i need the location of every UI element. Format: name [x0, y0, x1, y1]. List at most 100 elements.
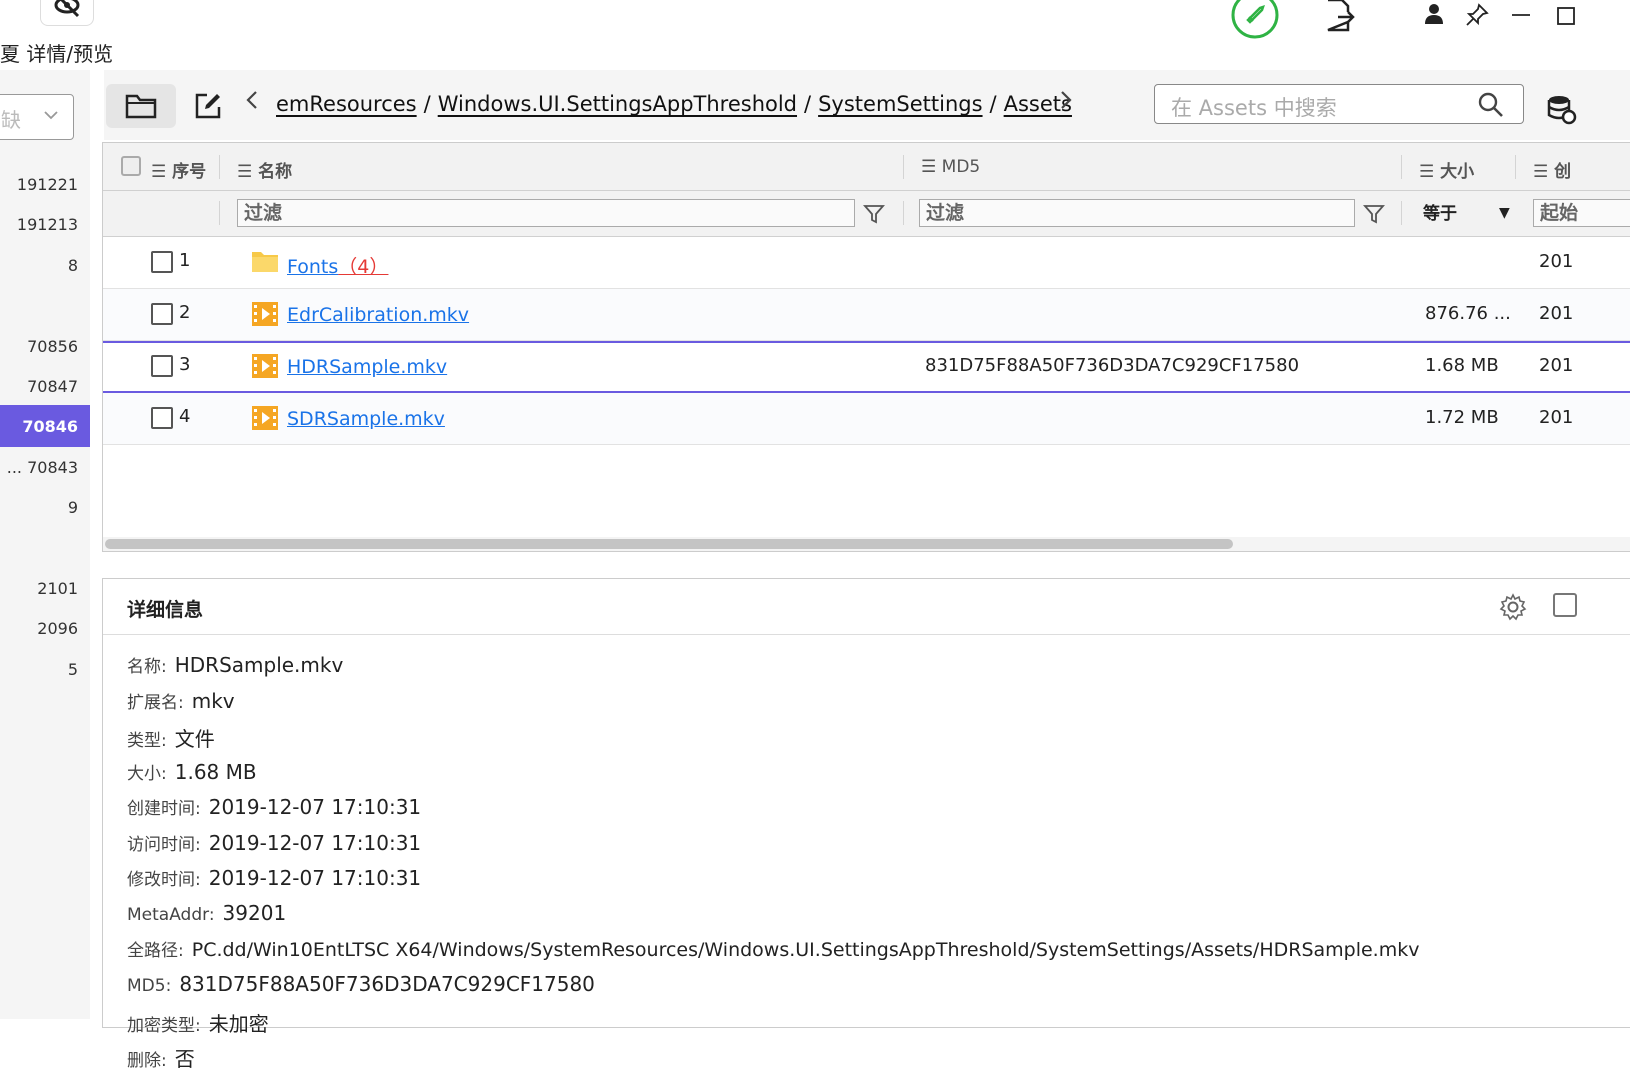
detail-property: 修改时间: 2019-12-07 17:10:31 [127, 866, 422, 890]
dropdown-arrow-icon[interactable]: ▼ [1499, 205, 1510, 221]
search-input[interactable]: 在 Assets 中搜索 [1154, 84, 1524, 124]
breadcrumb-item[interactable]: SystemSettings [818, 92, 982, 116]
left-list-pane: 缺 191221 191213 8 70856 70847 70846 ... … [0, 70, 90, 1019]
list-item[interactable]: 2096 [37, 619, 78, 638]
created-date: 201 [1539, 303, 1574, 324]
scrollbar-thumb[interactable] [105, 539, 1233, 549]
detail-property: 加密类型: 未加密 [127, 1012, 269, 1036]
created-date: 201 [1539, 251, 1574, 272]
file-name-link[interactable]: EdrCalibration.mkv [287, 304, 469, 326]
detail-property: 全路径: PC.dd/Win10EntLTSC X64/Windows/Syste… [127, 939, 1420, 961]
list-item[interactable]: 2101 [37, 579, 78, 598]
file-name-link[interactable]: SDRSample.mkv [287, 408, 445, 430]
edit-icon [195, 93, 221, 119]
list-item[interactable]: 70847 [27, 377, 78, 396]
list-item-selected[interactable]: 70846 [22, 417, 78, 436]
status-indicator[interactable] [1230, 0, 1280, 40]
list-item[interactable]: 70856 [27, 337, 78, 356]
minimize-icon [1512, 14, 1530, 16]
maximize-icon [1557, 7, 1575, 25]
date-filter-input[interactable]: 起始 [1533, 199, 1630, 227]
detail-property: 类型: 文件 [127, 727, 215, 751]
folder-icon [125, 94, 157, 119]
folder-view-button[interactable] [106, 84, 176, 128]
grid-header: ☰ 序号 ☰ 名称 ☰ MD5 ☰ 大小 ☰ 创 [103, 143, 1630, 191]
select-all-checkbox[interactable] [121, 156, 141, 176]
filter-icon[interactable] [863, 203, 885, 229]
column-header-index[interactable]: ☰ 序号 [151, 157, 206, 182]
name-filter-input[interactable]: 过滤 [237, 199, 855, 227]
table-row-selected[interactable]: 3 HDRSample.mkv 831D75F88A50F736D3DA7C92… [103, 341, 1630, 393]
list-icon: ☰ [1533, 162, 1555, 182]
panel-toggle-icon[interactable] [1553, 593, 1577, 617]
column-divider[interactable] [1515, 155, 1516, 179]
filter-icon[interactable] [1363, 203, 1385, 229]
details-panel: 详细信息 名称: HDRSample.mkv 扩展名: mkv 类型: 文件 大小: 1… [102, 578, 1630, 1071]
column-header-name[interactable]: ☰ 名称 [237, 157, 292, 182]
file-name-link[interactable]: Fonts（4） [287, 252, 388, 279]
file-grid: ☰ 序号 ☰ 名称 ☰ MD5 ☰ 大小 ☰ 创 过滤 过滤 等于 ▼ 起始 1… [102, 142, 1630, 552]
column-divider [903, 201, 904, 225]
eye-off-icon [54, 0, 80, 18]
file-export-icon [1327, 0, 1355, 32]
detail-property: 扩展名: mkv [127, 689, 235, 713]
file-name-link[interactable]: HDRSample.mkv [287, 356, 447, 378]
list-item[interactable]: 8 [68, 256, 78, 275]
table-row[interactable]: 4 SDRSample.mkv 1.72 MB 201 [103, 393, 1630, 445]
edit-path-button[interactable] [186, 84, 230, 128]
detail-property: 大小: 1.68 MB [127, 760, 257, 784]
database-button[interactable] [1544, 92, 1580, 128]
hide-preview-button[interactable] [40, 0, 94, 26]
navigation-toolbar: emResources / Windows.UI.SettingsAppThresh… [104, 70, 1630, 140]
row-checkbox[interactable] [151, 251, 173, 273]
detail-property: 删除: 否 [127, 1047, 195, 1071]
row-checkbox[interactable] [151, 407, 173, 429]
column-header-md5[interactable]: ☰ MD5 [921, 157, 980, 177]
dropdown-value: 缺 [1, 108, 21, 132]
user-button[interactable] [1420, 0, 1448, 28]
list-item[interactable]: 191213 [17, 215, 78, 234]
table-row[interactable]: 2 EdrCalibration.mkv 876.76 ... 201 [103, 289, 1630, 341]
column-header-size[interactable]: ☰ 大小 [1419, 157, 1474, 182]
details-header: 详细信息 [103, 579, 1630, 635]
row-index: 3 [179, 354, 191, 375]
details-title: 详细信息 [127, 599, 204, 621]
list-icon: ☰ [237, 162, 259, 182]
column-divider[interactable] [219, 155, 220, 179]
column-divider [1401, 201, 1402, 225]
list-item[interactable]: 9 [68, 498, 78, 517]
video-file-icon [251, 301, 279, 331]
column-divider[interactable] [903, 155, 904, 179]
list-icon: ☰ [151, 162, 173, 182]
detail-property: 创建时间: 2019-12-07 17:10:31 [127, 795, 422, 819]
breadcrumb-separator: / [989, 92, 997, 116]
size-filter-select[interactable]: 等于 [1423, 199, 1457, 227]
search-icon[interactable] [1477, 91, 1505, 123]
md5-filter-input[interactable]: 过滤 [919, 199, 1355, 227]
column-divider[interactable] [1401, 155, 1402, 179]
left-pane-dropdown[interactable]: 缺 [0, 94, 74, 140]
maximize-button[interactable] [1550, 0, 1580, 30]
breadcrumb-item[interactable]: Windows.UI.SettingsAppThreshold [438, 92, 797, 116]
video-file-icon [251, 405, 279, 435]
forward-button[interactable] [1058, 88, 1074, 118]
user-icon [1425, 4, 1443, 24]
row-checkbox[interactable] [151, 303, 173, 325]
table-row[interactable]: 1 Fonts（4） 201 [103, 237, 1630, 289]
gear-icon[interactable] [1499, 593, 1527, 625]
horizontal-scrollbar[interactable] [103, 537, 1630, 551]
title-bar: 夏 详情/预览 [0, 0, 1630, 68]
created-date: 201 [1539, 407, 1574, 428]
rocket-status-icon [1231, 0, 1279, 39]
detail-preview-toggle-label[interactable]: 夏 详情/预览 [0, 38, 113, 67]
list-item[interactable]: 5 [68, 660, 78, 679]
list-item[interactable]: ... 70843 [7, 458, 78, 477]
minimize-button[interactable] [1506, 0, 1536, 30]
breadcrumb-item[interactable]: emResources [276, 92, 417, 116]
column-header-created[interactable]: ☰ 创 [1533, 157, 1571, 182]
row-checkbox[interactable] [151, 355, 173, 377]
back-button[interactable] [244, 88, 260, 118]
export-button[interactable] [1318, 0, 1358, 36]
pin-button[interactable] [1462, 0, 1492, 30]
list-item[interactable]: 191221 [17, 175, 78, 194]
